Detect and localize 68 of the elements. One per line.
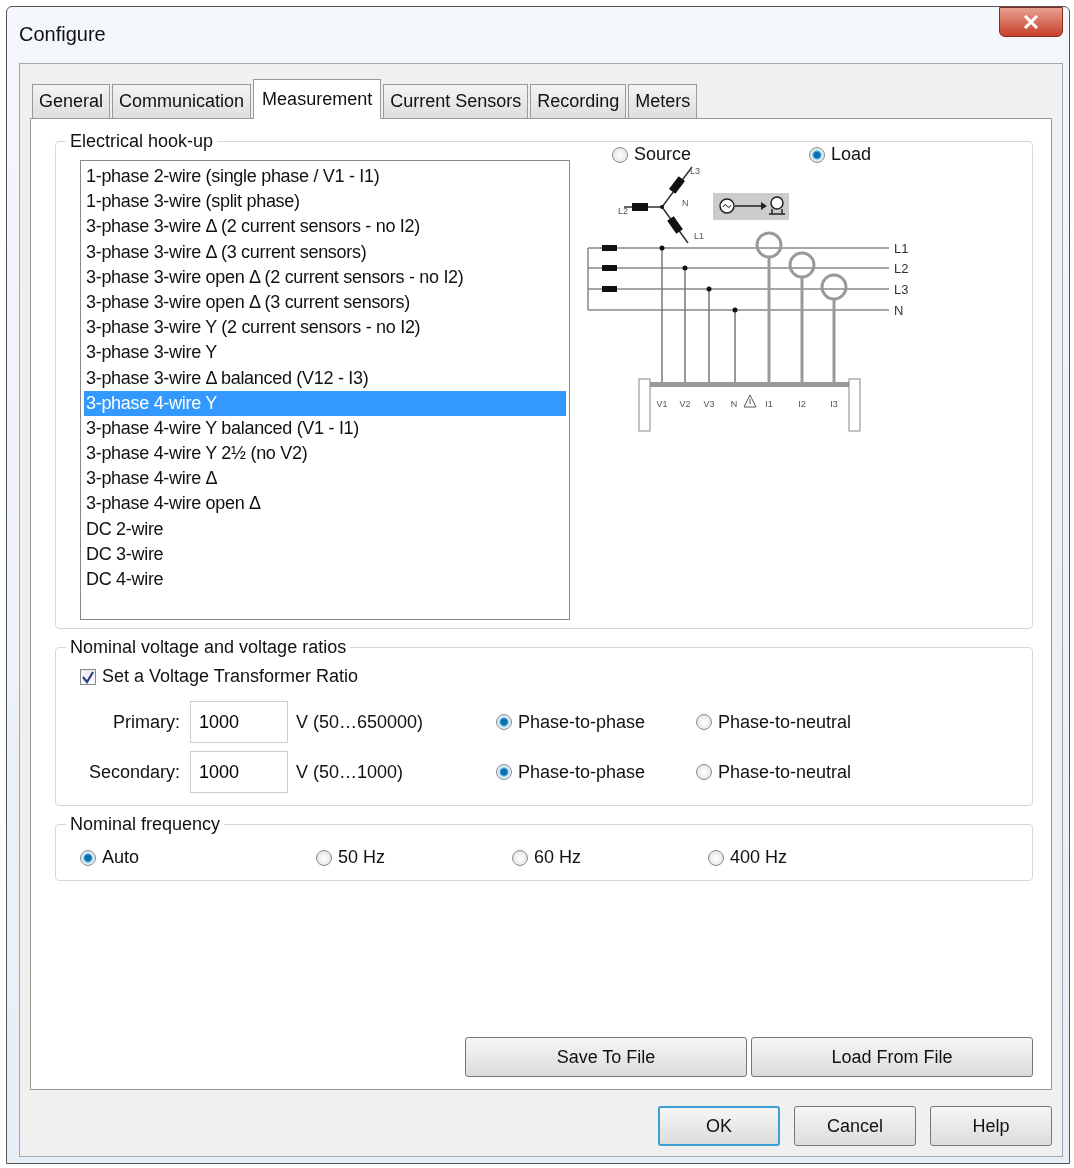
radio-button[interactable]: 50 Hz: [316, 847, 512, 868]
list-item[interactable]: 3-phase 3-wire open Δ (2 current sensors - no I2): [84, 264, 566, 290]
list-item[interactable]: 3-phase 3-wire Y (2 current sensors - no I2): [84, 315, 566, 341]
input-field[interactable]: 1000: [190, 751, 288, 793]
list-item[interactable]: 1-phase 3-wire (split phase): [84, 189, 566, 215]
close-icon: [1022, 15, 1040, 29]
radio-button[interactable]: Phase-to-phase: [496, 711, 696, 733]
terminal-label: I1: [765, 399, 773, 409]
warning-icon: [743, 394, 757, 408]
list-item[interactable]: 3-phase 4-wire Y balanced (V1 - I1): [84, 415, 566, 442]
field-label: Secondary:: [87, 761, 180, 783]
terminal-label: I3: [830, 399, 838, 409]
list-item[interactable]: DC 3-wire: [84, 541, 566, 567]
range-text: V (50…1000): [296, 761, 405, 783]
list-item[interactable]: 3-phase 4-wire Y 2½ (no V2): [84, 441, 566, 467]
radio-button[interactable]: Load: [809, 144, 872, 165]
terminal-label: V3: [703, 399, 715, 409]
window-title: Configure: [19, 23, 106, 46]
list-item[interactable]: 3-phase 3-wire Δ (2 current sensors - no I2): [84, 214, 566, 240]
list-item[interactable]: 3-phase 3-wire Δ (3 current sensors): [84, 239, 566, 265]
radio-button[interactable]: Phase-to-neutral: [696, 711, 852, 733]
hookup-list[interactable]: [80, 160, 570, 620]
field-label: Primary:: [112, 711, 180, 733]
list-item[interactable]: 3-phase 4-wire Δ: [84, 466, 566, 492]
dialog-button[interactable]: OK: [658, 1106, 780, 1146]
tab[interactable]: Recording: [530, 84, 627, 118]
list-item[interactable]: 3-phase 3-wire Δ balanced (V12 - I3): [84, 365, 566, 391]
group-title: Electrical hook-up: [69, 131, 215, 152]
phase-label: N: [682, 198, 689, 208]
radio-button[interactable]: 400 Hz: [708, 847, 904, 868]
dialog-button[interactable]: Help: [930, 1106, 1052, 1146]
file-button[interactable]: Load From File: [751, 1037, 1033, 1077]
dialog-button[interactable]: Cancel: [794, 1106, 916, 1146]
tab[interactable]: Communication: [112, 84, 252, 118]
line-label: N: [894, 303, 904, 318]
terminal-label: V1: [656, 399, 668, 409]
tab[interactable]: Current Sensors: [383, 84, 529, 118]
line-label: L2: [894, 261, 909, 276]
checkmark-icon: [81, 669, 95, 684]
checkbox[interactable]: Set a Voltage Transformer Ratio: [80, 666, 359, 687]
close-button[interactable]: [999, 7, 1063, 37]
input-field[interactable]: 1000: [190, 701, 288, 743]
list-item[interactable]: 3-phase 3-wire open Δ (3 current sensors): [84, 289, 566, 316]
line-label: L1: [894, 241, 909, 256]
radio-button[interactable]: Source: [612, 144, 692, 165]
terminal-label: I2: [798, 399, 806, 409]
tab[interactable]: Measurement: [253, 79, 382, 119]
list-item[interactable]: DC 4-wire: [84, 567, 566, 593]
radio-button[interactable]: Phase-to-neutral: [696, 761, 852, 783]
radio-button[interactable]: Phase-to-phase: [496, 761, 696, 783]
radio-button[interactable]: Auto: [80, 847, 316, 868]
phase-label: L1: [694, 231, 704, 241]
list-item[interactable]: DC 2-wire: [84, 516, 566, 542]
tab[interactable]: General: [32, 84, 111, 118]
terminal-label: V2: [679, 399, 691, 409]
terminal-label: N: [730, 399, 738, 409]
list-item[interactable]: 1-phase 2-wire (single phase / V1 - I1): [84, 164, 566, 190]
radio-button[interactable]: 60 Hz: [512, 847, 708, 868]
file-button[interactable]: Save To File: [465, 1037, 747, 1077]
group-title: Nominal frequency: [69, 814, 222, 835]
group-title: Nominal voltage and voltage ratios: [69, 637, 348, 658]
range-text: V (50…650000): [296, 711, 425, 733]
list-item[interactable]: 3-phase 4-wire open Δ: [84, 491, 566, 517]
source-to-load-icon: [713, 193, 789, 220]
phase-label: L2: [618, 206, 628, 216]
list-item[interactable]: 3-phase 3-wire Y: [84, 340, 566, 366]
line-label: L3: [894, 282, 909, 297]
tab[interactable]: Meters: [628, 84, 698, 118]
